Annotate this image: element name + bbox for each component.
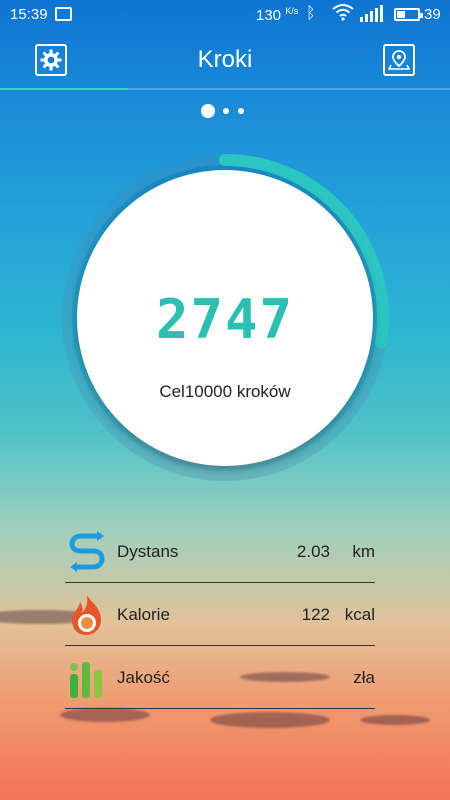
stat-value: 2.03 [296, 542, 330, 561]
app-header: Kroki [0, 30, 450, 92]
stat-label: Dystans [117, 542, 179, 561]
cloud-decoration [360, 715, 430, 725]
signal-icon [358, 5, 384, 27]
status-time: 15:39 [10, 6, 48, 23]
page-dot[interactable] [223, 108, 229, 114]
step-count: 2747 [155, 288, 295, 351]
stat-unit: kcal [344, 605, 375, 624]
page-indicator[interactable] [0, 103, 450, 119]
tab-indicator [0, 88, 450, 90]
step-goal: Cel10000 kroków [159, 382, 291, 401]
tab-indicator-active [0, 88, 128, 90]
cloud-decoration [60, 708, 150, 722]
bluetooth-icon: ᛒ [306, 5, 316, 22]
cloud-decoration [210, 712, 330, 728]
stat-unit: km [352, 542, 375, 561]
stat-row-calories: Kalorie 122 kcal [65, 583, 375, 646]
stat-value: zła [353, 668, 375, 687]
step-progress-ring: 2747 Cel10000 kroków [55, 148, 395, 488]
flame-icon [67, 593, 107, 637]
message-icon [55, 7, 72, 21]
battery-icon [394, 8, 423, 21]
stat-label: Kalorie [117, 605, 170, 624]
stats-list: Dystans 2.03 km Kalorie 122 kcal Jakość … [65, 520, 375, 709]
battery-level: 39 [424, 6, 441, 23]
page-dot[interactable] [238, 108, 244, 114]
stat-row-quality: Jakość zła [65, 646, 375, 709]
network-speed: 130 K/s [256, 6, 299, 24]
quality-bars-icon [67, 656, 107, 700]
location-pin-icon [388, 50, 410, 70]
stat-row-distance: Dystans 2.03 km [65, 520, 375, 583]
location-button[interactable] [383, 44, 415, 76]
distance-icon [67, 530, 107, 574]
stat-label: Jakość [117, 668, 170, 687]
page-dot-active[interactable] [201, 104, 215, 118]
wifi-icon [332, 3, 354, 25]
status-bar: 15:39 130 K/s ᛒ 39 [0, 0, 450, 30]
step-circle: 2747 Cel10000 kroków [77, 170, 373, 466]
stat-value: 122 [301, 605, 330, 624]
